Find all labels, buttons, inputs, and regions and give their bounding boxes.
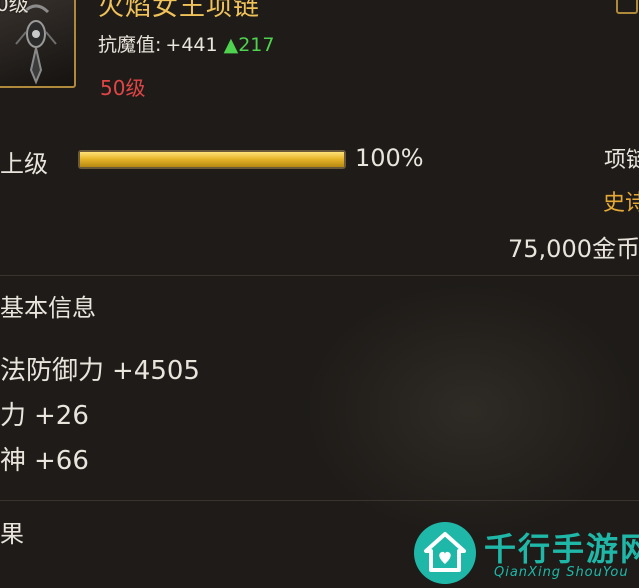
item-level-tag: 0级 <box>0 0 29 16</box>
attribute-row: 力 +26 <box>0 395 89 432</box>
background-glow <box>300 280 639 540</box>
attribute-value: +26 <box>34 401 89 431</box>
divider <box>0 275 639 276</box>
attribute-row: 法防御力 +4505 <box>0 350 200 387</box>
attribute-name: 力 <box>0 401 27 431</box>
main-stat-increase: ▲217 <box>223 34 275 56</box>
house-heart-icon <box>424 532 466 572</box>
watermark-subtitle: QianXing ShouYou <box>494 565 629 580</box>
attribute-name: 神 <box>0 446 27 476</box>
item-name: 火焰女王项链 <box>98 0 261 22</box>
upgrade-percent: 100% <box>355 144 424 172</box>
watermark-title: 千行手游网 <box>484 530 639 568</box>
item-price: 75,000金币 <box>508 235 639 263</box>
item-type: 项链 <box>604 148 639 173</box>
main-stat-value: +441 <box>165 34 218 56</box>
main-stat: 抗魔值: +441 ▲217 <box>98 30 274 57</box>
attribute-name: 法防御力 <box>0 356 105 386</box>
corner-button[interactable] <box>616 0 638 14</box>
attribute-value: +4505 <box>112 356 200 386</box>
upgrade-progress-fill <box>80 152 344 167</box>
upgrade-progress-bar <box>78 150 346 169</box>
effect-title: 果 <box>0 520 24 548</box>
attribute-row: 神 +66 <box>0 440 89 477</box>
attribute-value: +66 <box>34 446 89 476</box>
item-rarity: 史诗 <box>603 191 639 216</box>
divider <box>0 500 639 501</box>
upgrade-label: 上级 <box>0 150 48 178</box>
required-level: 50级 <box>100 76 146 100</box>
main-stat-label: 抗魔值: <box>98 34 162 56</box>
basic-info-title: 基本信息 <box>0 294 96 322</box>
watermark-logo <box>414 522 476 584</box>
